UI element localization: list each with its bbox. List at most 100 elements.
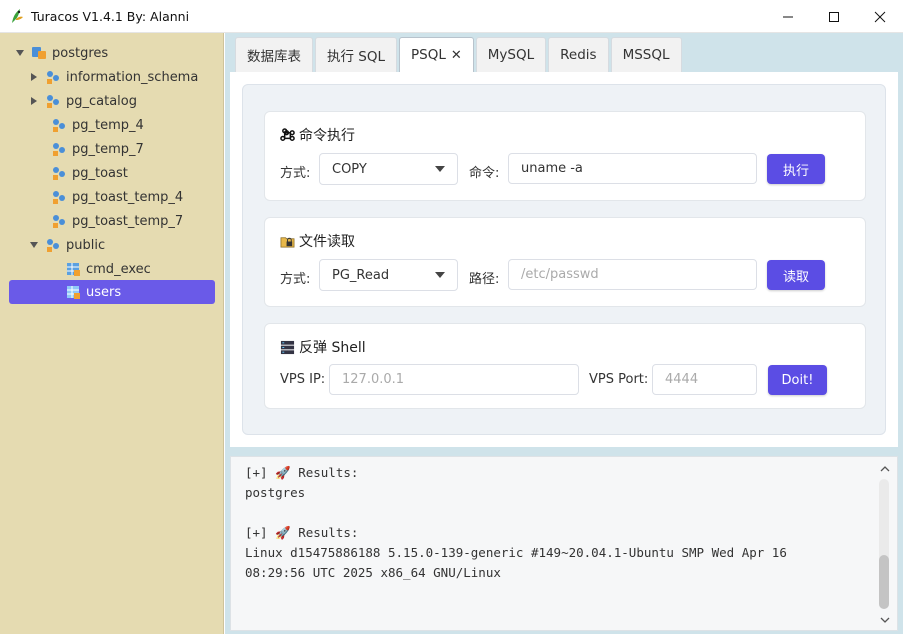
vps-ip-input[interactable]: 127.0.0.1 bbox=[329, 364, 579, 395]
results-output[interactable]: [+] 🚀 Results: postgres ​ [+] 🚀 Results: Lin… bbox=[230, 456, 898, 631]
tab-label: MSSQL bbox=[622, 47, 670, 63]
method-label: 方式: bbox=[280, 166, 311, 181]
tree-label: pg_toast_temp_4 bbox=[72, 189, 184, 205]
tree-label: postgres bbox=[52, 45, 109, 61]
output-line: [+] 🚀 Results: bbox=[245, 525, 359, 540]
path-label: 路径: bbox=[469, 272, 500, 287]
tab-label: 数据库表 bbox=[247, 49, 301, 65]
schema-icon bbox=[47, 71, 59, 84]
scrollbar-thumb[interactable] bbox=[879, 555, 889, 609]
schema-icon bbox=[47, 239, 59, 252]
output-text: [+] 🚀 Results: postgres ​ [+] 🚀 Results: Lin… bbox=[245, 463, 787, 583]
tree-label: information_schema bbox=[66, 69, 199, 85]
chevron-down-icon[interactable] bbox=[28, 239, 40, 251]
dropdown-caret-icon bbox=[435, 272, 445, 278]
dropdown-caret-icon bbox=[435, 166, 445, 172]
reverse-shell-section: 反弹 Shell VPS IP: 127.0.0.1 VPS Port: 444… bbox=[264, 323, 866, 409]
tree-item-pg-toast-temp-7[interactable]: pg_toast_temp_7 bbox=[51, 209, 183, 233]
table-icon bbox=[67, 263, 80, 276]
select-value: PG_Read bbox=[332, 267, 390, 283]
input-placeholder: 127.0.0.1 bbox=[342, 372, 405, 387]
vps-port-label: VPS Port: bbox=[589, 372, 649, 387]
folder-lock-icon bbox=[280, 236, 295, 247]
tab-label: MySQL bbox=[487, 47, 535, 63]
file-read-section: 文件读取 方式: PG_Read 路径: /etc/passwd 读取 bbox=[264, 217, 866, 307]
tree-item-pg-toast[interactable]: pg_toast bbox=[51, 161, 128, 185]
output-line: postgres bbox=[245, 485, 306, 500]
tab-label: PSQL bbox=[411, 47, 446, 63]
execute-button[interactable]: 执行 bbox=[767, 154, 825, 184]
output-line: ​ bbox=[245, 503, 787, 523]
tree-label: pg_temp_7 bbox=[72, 141, 144, 157]
section-title: 反弹 Shell bbox=[280, 337, 366, 357]
command-section: 命令执行 方式: COPY 命令: uname -a 执行 bbox=[264, 111, 866, 201]
tab-execute-sql[interactable]: 执行 SQL bbox=[315, 37, 398, 72]
psql-content: 命令执行 方式: COPY 命令: uname -a 执行 文件读取 方式: P… bbox=[230, 72, 898, 447]
tab-psql[interactable]: PSQL ✕ bbox=[399, 37, 474, 72]
output-line: Linux d15475886188 5.15.0-139-generic #1… bbox=[245, 545, 787, 560]
main-panel: 数据库表 执行 SQL PSQL ✕ MySQL Redis MSSQL 命令执行… bbox=[225, 33, 903, 634]
database-tree-sidebar: postgres information_schema pg_catalog p… bbox=[0, 33, 224, 634]
tab-mysql[interactable]: MySQL bbox=[475, 37, 547, 72]
tab-database-tables[interactable]: 数据库表 bbox=[235, 37, 313, 72]
tree-root-postgres[interactable]: postgres bbox=[14, 41, 108, 65]
tree-label: public bbox=[66, 237, 106, 253]
scroll-down-icon[interactable] bbox=[879, 614, 891, 626]
vps-port-input[interactable]: 4444 bbox=[652, 364, 757, 395]
command-section-title: 命令执行 bbox=[299, 128, 355, 144]
input-placeholder: /etc/passwd bbox=[521, 267, 599, 282]
minimize-icon[interactable] bbox=[765, 0, 811, 33]
command-input[interactable]: uname -a bbox=[508, 153, 757, 184]
tab-bar: 数据库表 执行 SQL PSQL ✕ MySQL Redis MSSQL bbox=[235, 37, 684, 72]
window-title: Turacos V1.4.1 By: Alanni bbox=[31, 8, 190, 24]
command-label: 命令: bbox=[469, 166, 500, 181]
schema-icon bbox=[53, 215, 65, 228]
input-placeholder: 4444 bbox=[665, 372, 699, 387]
tree-item-pg-toast-temp-4[interactable]: pg_toast_temp_4 bbox=[51, 185, 183, 209]
maximize-icon[interactable] bbox=[811, 0, 857, 33]
scroll-up-icon[interactable] bbox=[879, 463, 891, 475]
file-method-select[interactable]: PG_Read bbox=[319, 259, 458, 291]
tree-item-public[interactable]: public bbox=[28, 233, 105, 257]
schema-icon bbox=[47, 95, 59, 108]
file-section-title: 文件读取 bbox=[299, 234, 355, 250]
chevron-right-icon[interactable] bbox=[28, 95, 40, 107]
doit-button[interactable]: Doit! bbox=[768, 365, 827, 395]
schema-icon bbox=[53, 191, 65, 204]
app-logo-icon bbox=[12, 9, 23, 23]
chevron-right-icon[interactable] bbox=[28, 71, 40, 83]
command-icon bbox=[280, 127, 295, 141]
tree-item-users[interactable]: users bbox=[9, 280, 215, 304]
tree-item-information-schema[interactable]: information_schema bbox=[28, 65, 198, 89]
tree-label: cmd_exec bbox=[86, 261, 151, 277]
output-line: [+] 🚀 Results: bbox=[245, 465, 359, 480]
tab-label: 执行 SQL bbox=[327, 49, 386, 65]
tree-label: users bbox=[86, 284, 122, 300]
path-input[interactable]: /etc/passwd bbox=[508, 259, 757, 290]
tree-item-pg-catalog[interactable]: pg_catalog bbox=[28, 89, 137, 113]
tab-close-icon[interactable]: ✕ bbox=[451, 48, 462, 63]
schema-icon bbox=[53, 167, 65, 180]
schema-icon bbox=[53, 119, 65, 132]
section-title: 文件读取 bbox=[280, 231, 355, 251]
schema-icon bbox=[53, 143, 65, 156]
tree-item-pg-temp-4[interactable]: pg_temp_4 bbox=[51, 113, 144, 137]
tree-label: pg_toast_temp_7 bbox=[72, 213, 184, 229]
vps-ip-label: VPS IP: bbox=[280, 372, 326, 387]
psql-card: 命令执行 方式: COPY 命令: uname -a 执行 文件读取 方式: P… bbox=[242, 84, 886, 435]
tab-redis[interactable]: Redis bbox=[548, 37, 609, 72]
close-icon[interactable] bbox=[857, 0, 903, 33]
tree-label: pg_toast bbox=[72, 165, 128, 181]
shell-section-title: 反弹 Shell bbox=[299, 340, 366, 356]
read-button[interactable]: 读取 bbox=[767, 260, 825, 290]
tree-label: pg_catalog bbox=[66, 93, 137, 109]
method-label: 方式: bbox=[280, 272, 311, 287]
tree-item-pg-temp-7[interactable]: pg_temp_7 bbox=[51, 137, 144, 161]
command-method-select[interactable]: COPY bbox=[319, 153, 458, 185]
chevron-down-icon[interactable] bbox=[14, 47, 26, 59]
title-bar: Turacos V1.4.1 By: Alanni bbox=[0, 0, 903, 33]
tab-mssql[interactable]: MSSQL bbox=[610, 37, 682, 72]
select-value: COPY bbox=[332, 161, 367, 177]
server-icon bbox=[280, 340, 295, 354]
tree-item-cmd-exec[interactable]: cmd_exec bbox=[65, 257, 151, 281]
